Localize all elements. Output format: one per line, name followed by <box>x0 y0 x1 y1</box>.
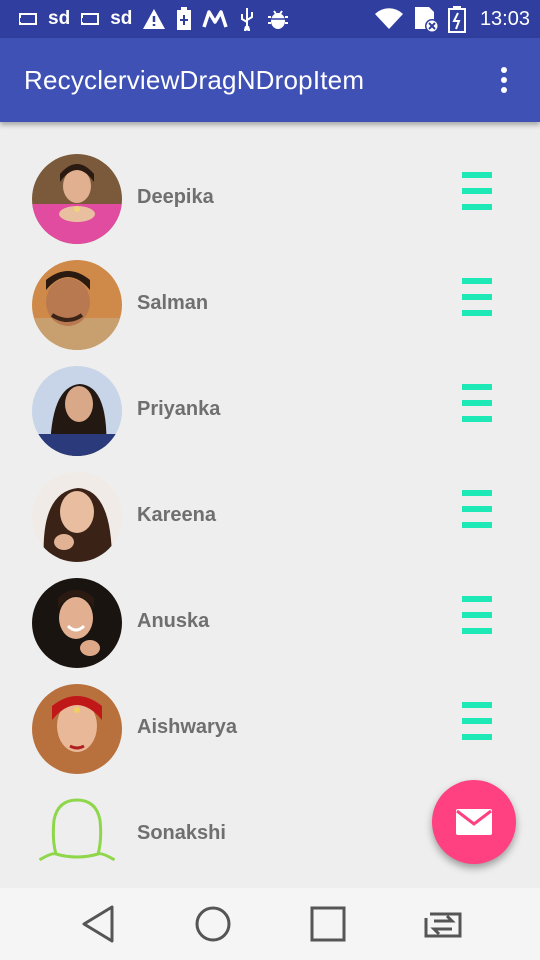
screen-icon <box>18 7 38 31</box>
drag-handle-icon[interactable] <box>462 384 492 426</box>
list-item[interactable]: Salman <box>0 256 540 362</box>
screen-icon <box>80 7 100 31</box>
status-bar: sd sd 13:03 <box>0 0 540 38</box>
home-icon[interactable] <box>183 894 243 954</box>
navigation-bar <box>0 888 540 960</box>
list-item-name: Anuska <box>137 610 210 632</box>
switch-icon[interactable] <box>413 894 473 954</box>
status-right-icons: 13:03 <box>374 6 530 33</box>
list-item[interactable]: Kareena <box>0 468 540 574</box>
email-icon <box>456 809 492 835</box>
status-left-icons: sd sd <box>18 7 374 31</box>
battery-saver-icon <box>176 7 192 31</box>
avatar <box>32 260 122 350</box>
avatar <box>32 578 122 668</box>
warning-icon <box>142 7 166 31</box>
avatar <box>32 366 122 456</box>
drag-handle-icon[interactable] <box>462 702 492 744</box>
email-fab-button[interactable] <box>432 780 516 864</box>
app-bar: RecyclerviewDragNDropItem <box>0 38 540 122</box>
app-title: RecyclerviewDragNDropItem <box>24 64 365 95</box>
avatar <box>32 154 122 244</box>
avatar <box>32 472 122 562</box>
avatar <box>32 684 122 774</box>
wifi-icon <box>374 7 404 31</box>
list-item-name: Deepika <box>137 186 214 208</box>
drag-handle-icon[interactable] <box>462 490 492 532</box>
recycler-list[interactable]: Deepika Salman Priyanka Kareena Anuska A <box>0 122 540 888</box>
drag-handle-icon[interactable] <box>462 278 492 320</box>
list-item[interactable]: Aishwarya <box>0 680 540 786</box>
usb-icon <box>238 7 256 31</box>
list-item[interactable]: Deepika <box>0 150 540 256</box>
list-item[interactable]: Priyanka <box>0 362 540 468</box>
person-outline-icon <box>32 790 122 880</box>
list-item-name: Sonakshi <box>137 822 226 844</box>
sim-blocked-icon <box>412 7 440 33</box>
more-vert-icon[interactable] <box>484 60 524 100</box>
list-item-name: Salman <box>137 292 209 314</box>
recents-icon[interactable] <box>298 894 358 954</box>
sd-card-label: sd <box>110 8 133 29</box>
drag-handle-icon[interactable] <box>462 596 492 638</box>
list-item-name: Aishwarya <box>137 716 238 738</box>
battery-charging-icon <box>447 6 466 33</box>
android-debug-icon <box>266 7 290 31</box>
sd-card-label: sd <box>48 8 71 29</box>
drag-handle-icon[interactable] <box>462 172 492 214</box>
list-item-name: Priyanka <box>137 398 221 420</box>
status-time: 13:03 <box>479 7 530 30</box>
back-icon[interactable] <box>68 894 128 954</box>
m-app-icon <box>202 7 229 31</box>
list-item[interactable]: Anuska <box>0 574 540 680</box>
list-item-name: Kareena <box>137 504 216 526</box>
